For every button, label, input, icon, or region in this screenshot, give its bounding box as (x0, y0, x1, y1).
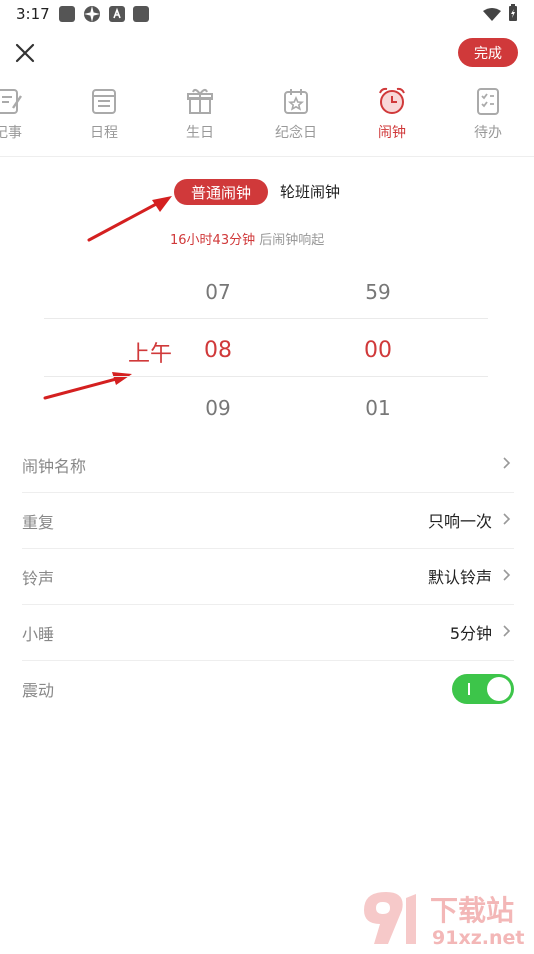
toggle-on-mark (468, 683, 470, 695)
normal-alarm-button[interactable]: 普通闹钟 (174, 179, 268, 205)
tabs-divider (0, 156, 534, 157)
chevron-right-icon (503, 513, 511, 525)
snooze-label: 小睡 (22, 625, 55, 644)
toggle-knob (487, 677, 511, 701)
vibrate-label: 震动 (22, 681, 55, 700)
notification-icon (59, 6, 75, 22)
minute-option[interactable]: 01 (348, 396, 408, 420)
vibrate-toggle[interactable] (452, 674, 514, 704)
category-tabs: 记事 日程 生日 纪念日 闹钟 待办 (0, 84, 534, 154)
snooze-value: 5分钟 (449, 624, 492, 643)
repeat-row[interactable]: 重复 只响一次 (22, 492, 514, 549)
alarm-clock-icon (375, 84, 409, 118)
ampm-selector[interactable]: 上午 (128, 336, 172, 368)
tab-alarm[interactable]: 闹钟 (344, 84, 440, 154)
hour-selected[interactable]: 08 (188, 338, 248, 363)
notification-square-icon (133, 6, 149, 22)
tab-label: 闹钟 (378, 125, 406, 141)
site-logo-icon: 下载站 91xz.net (364, 892, 524, 949)
status-time: 3:17 (16, 5, 50, 23)
ringtone-value: 默认铃声 (427, 568, 492, 587)
status-bar: 3:17 (0, 0, 534, 30)
annotation-arrow-icon (43, 372, 132, 400)
calendar-star-icon (279, 84, 313, 118)
countdown-suffix: 后闹钟响起 (259, 233, 325, 248)
note-icon (0, 84, 25, 118)
ringtone-row[interactable]: 铃声 默认铃声 (22, 548, 514, 605)
picker-divider (44, 376, 488, 377)
repeat-label: 重复 (22, 513, 55, 532)
tab-label: 待办 (474, 125, 502, 141)
svg-text:91xz.net: 91xz.net (432, 927, 524, 949)
tab-note[interactable]: 记事 (0, 84, 56, 154)
ringtone-label: 铃声 (22, 569, 55, 588)
tab-birthday[interactable]: 生日 (152, 84, 248, 154)
close-icon (15, 43, 35, 63)
hour-option[interactable]: 07 (188, 280, 248, 304)
minute-selected[interactable]: 00 (348, 338, 408, 363)
snooze-row[interactable]: 小睡 5分钟 (22, 604, 514, 661)
alarm-name-label: 闹钟名称 (22, 457, 87, 476)
repeat-value: 只响一次 (427, 512, 492, 531)
countdown-text: 16小时43分钟 后闹钟响起 (170, 229, 324, 248)
app-a-icon (109, 6, 125, 22)
gift-icon (183, 84, 217, 118)
vibrate-row: 震动 (22, 660, 514, 716)
chevron-right-icon (503, 569, 511, 581)
svg-text:下载站: 下载站 (430, 894, 514, 927)
battery-icon (508, 4, 518, 26)
minute-option[interactable]: 59 (348, 280, 408, 304)
schedule-icon (87, 84, 121, 118)
pinwheel-icon (83, 5, 101, 27)
close-button[interactable] (10, 38, 40, 68)
hour-option[interactable]: 09 (188, 396, 248, 420)
chevron-right-icon (503, 625, 511, 637)
alarm-name-row[interactable]: 闹钟名称 (22, 436, 514, 493)
tab-label: 日程 (90, 125, 118, 141)
annotation-arrow-icon (87, 196, 172, 242)
countdown-duration: 16小时43分钟 (170, 233, 256, 248)
wifi-icon (483, 7, 501, 26)
tab-label: 记事 (0, 125, 22, 141)
picker-divider (44, 318, 488, 319)
tab-label: 纪念日 (275, 125, 317, 141)
done-button[interactable]: 完成 (458, 38, 518, 67)
tab-anniversary[interactable]: 纪念日 (248, 84, 344, 154)
chevron-right-icon (503, 457, 511, 469)
tab-todo[interactable]: 待办 (440, 84, 534, 154)
tab-schedule[interactable]: 日程 (56, 84, 152, 154)
watermark-logo: 下载站 91xz.net (358, 884, 534, 950)
shift-alarm-button[interactable]: 轮班闹钟 (280, 181, 340, 202)
tab-label: 生日 (186, 125, 214, 141)
checklist-icon (471, 84, 505, 118)
